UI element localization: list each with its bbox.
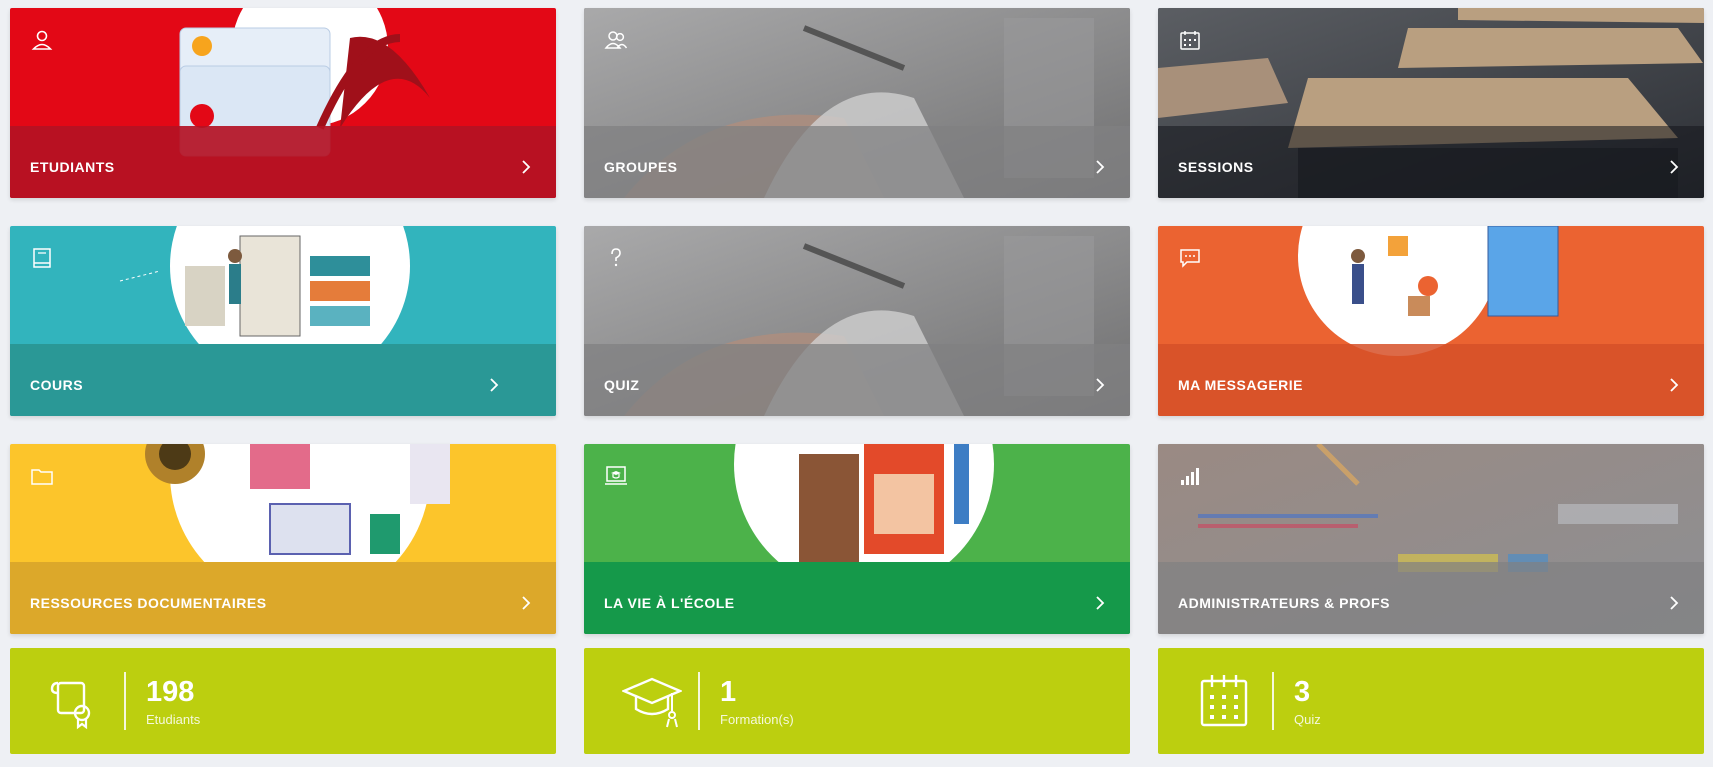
- tile-sessions[interactable]: SESSIONS: [1158, 8, 1704, 198]
- stat-quiz: 3 Quiz: [1158, 648, 1704, 754]
- stat-divider: [1272, 672, 1274, 730]
- chevron-right-icon: [1664, 147, 1684, 177]
- tile-vie-ecole[interactable]: LA VIE À L'ÉCOLE: [584, 444, 1130, 634]
- tile-label: LA VIE À L'ÉCOLE: [604, 595, 735, 611]
- tile-bar: ADMINISTRATEURS & PROFS: [1158, 562, 1704, 634]
- tile-label: RESSOURCES DOCUMENTAIRES: [30, 595, 267, 611]
- folder-icon: [31, 469, 53, 485]
- tile-label: SESSIONS: [1178, 159, 1254, 175]
- tile-groupes[interactable]: GROUPES: [584, 8, 1130, 198]
- stat-divider: [698, 672, 700, 730]
- stat-caption: Etudiants: [146, 711, 201, 727]
- book-icon: [33, 248, 51, 268]
- users-icon: [604, 31, 628, 49]
- chevron-right-icon: [1664, 583, 1684, 613]
- chevron-right-icon: [1090, 147, 1110, 177]
- user-icon: [31, 30, 53, 50]
- tile-quiz[interactable]: QUIZ: [584, 226, 1130, 416]
- chevron-right-icon: [1090, 365, 1110, 395]
- tile-messagerie[interactable]: MA MESSAGERIE: [1158, 226, 1704, 416]
- chat-icon: [1180, 249, 1200, 268]
- tile-bar: ETUDIANTS: [10, 126, 556, 198]
- chevron-right-icon: [484, 365, 504, 395]
- stat-caption: Quiz: [1294, 711, 1321, 727]
- bar-chart-icon: [1181, 468, 1199, 485]
- tile-label: QUIZ: [604, 377, 640, 393]
- stat-etudiants: 198 Etudiants: [10, 648, 556, 754]
- tile-label: GROUPES: [604, 159, 678, 175]
- tile-ressources[interactable]: RESSOURCES DOCUMENTAIRES: [10, 444, 556, 634]
- calendar-grid-icon: [1200, 675, 1248, 727]
- chevron-right-icon: [1664, 365, 1684, 395]
- tile-bar: MA MESSAGERIE: [1158, 344, 1704, 416]
- tile-bar: LA VIE À L'ÉCOLE: [584, 562, 1130, 634]
- stat-value: 1: [720, 675, 737, 708]
- stat-divider: [124, 672, 126, 730]
- tile-bar: GROUPES: [584, 126, 1130, 198]
- tile-label: MA MESSAGERIE: [1178, 377, 1303, 393]
- chevron-right-icon: [516, 147, 536, 177]
- tile-bar: COURS: [10, 344, 556, 416]
- graduation-cap-icon: [622, 677, 682, 728]
- question-icon: [611, 248, 621, 267]
- tile-bar: QUIZ: [584, 344, 1130, 416]
- tile-admins[interactable]: ADMINISTRATEURS & PROFS: [1158, 444, 1704, 634]
- tile-etudiants[interactable]: ETUDIANTS: [10, 8, 556, 198]
- diploma-icon: [50, 681, 91, 730]
- stat-formations: 1 Formation(s): [584, 648, 1130, 754]
- laptop-graduation-icon: [605, 466, 627, 485]
- tile-cours[interactable]: COURS: [10, 226, 556, 416]
- tile-bar: RESSOURCES DOCUMENTAIRES: [10, 562, 556, 634]
- stat-value: 198: [146, 675, 195, 708]
- stat-value: 3: [1294, 675, 1311, 708]
- calendar-icon: [1180, 31, 1200, 50]
- chevron-right-icon: [516, 583, 536, 613]
- chevron-right-icon: [1090, 583, 1110, 613]
- tile-label: COURS: [30, 377, 84, 393]
- tile-bar: SESSIONS: [1158, 126, 1704, 198]
- tile-label: ADMINISTRATEURS & PROFS: [1178, 595, 1390, 611]
- tile-label: ETUDIANTS: [30, 159, 115, 175]
- stat-caption: Formation(s): [720, 711, 794, 727]
